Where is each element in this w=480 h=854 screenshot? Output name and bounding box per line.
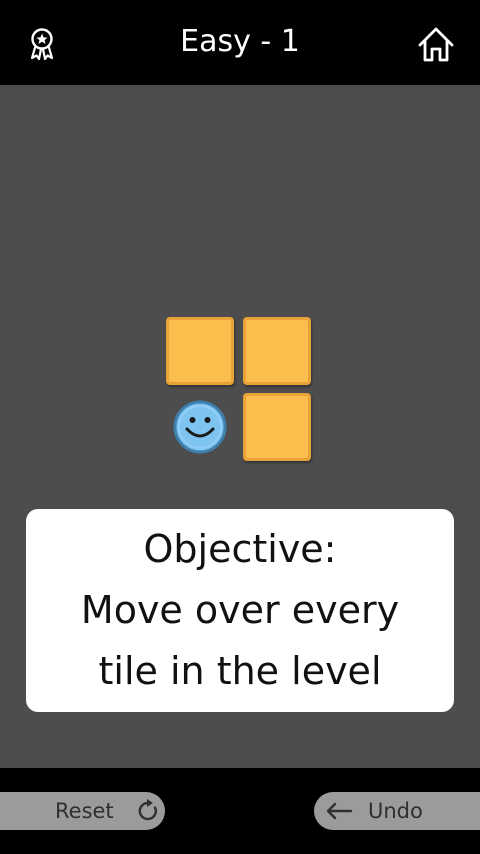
objective-heading: Objective: — [143, 527, 337, 571]
objective-card: Objective: Move over every tile in the l… — [26, 509, 454, 712]
reset-label: Reset — [55, 799, 114, 823]
level-title: Easy - 1 — [180, 24, 300, 59]
game-screen: Easy - 1 Objective: Move over every tile… — [0, 0, 480, 854]
undo-label: Undo — [368, 799, 423, 823]
level-tile[interactable] — [166, 317, 234, 385]
objective-text-line: tile in the level — [98, 649, 382, 693]
home-icon — [418, 27, 454, 62]
undo-button[interactable]: Undo — [314, 792, 480, 830]
level-tile[interactable] — [243, 393, 311, 461]
arrow-left-icon — [326, 802, 353, 820]
level-tile[interactable] — [243, 317, 311, 385]
refresh-icon — [138, 799, 157, 821]
player-smiley-icon[interactable] — [172, 399, 228, 455]
top-bar: Easy - 1 — [0, 0, 480, 85]
reset-button[interactable]: Reset — [0, 792, 165, 830]
home-button[interactable] — [414, 22, 458, 66]
objective-text-line: Move over every — [80, 588, 400, 632]
